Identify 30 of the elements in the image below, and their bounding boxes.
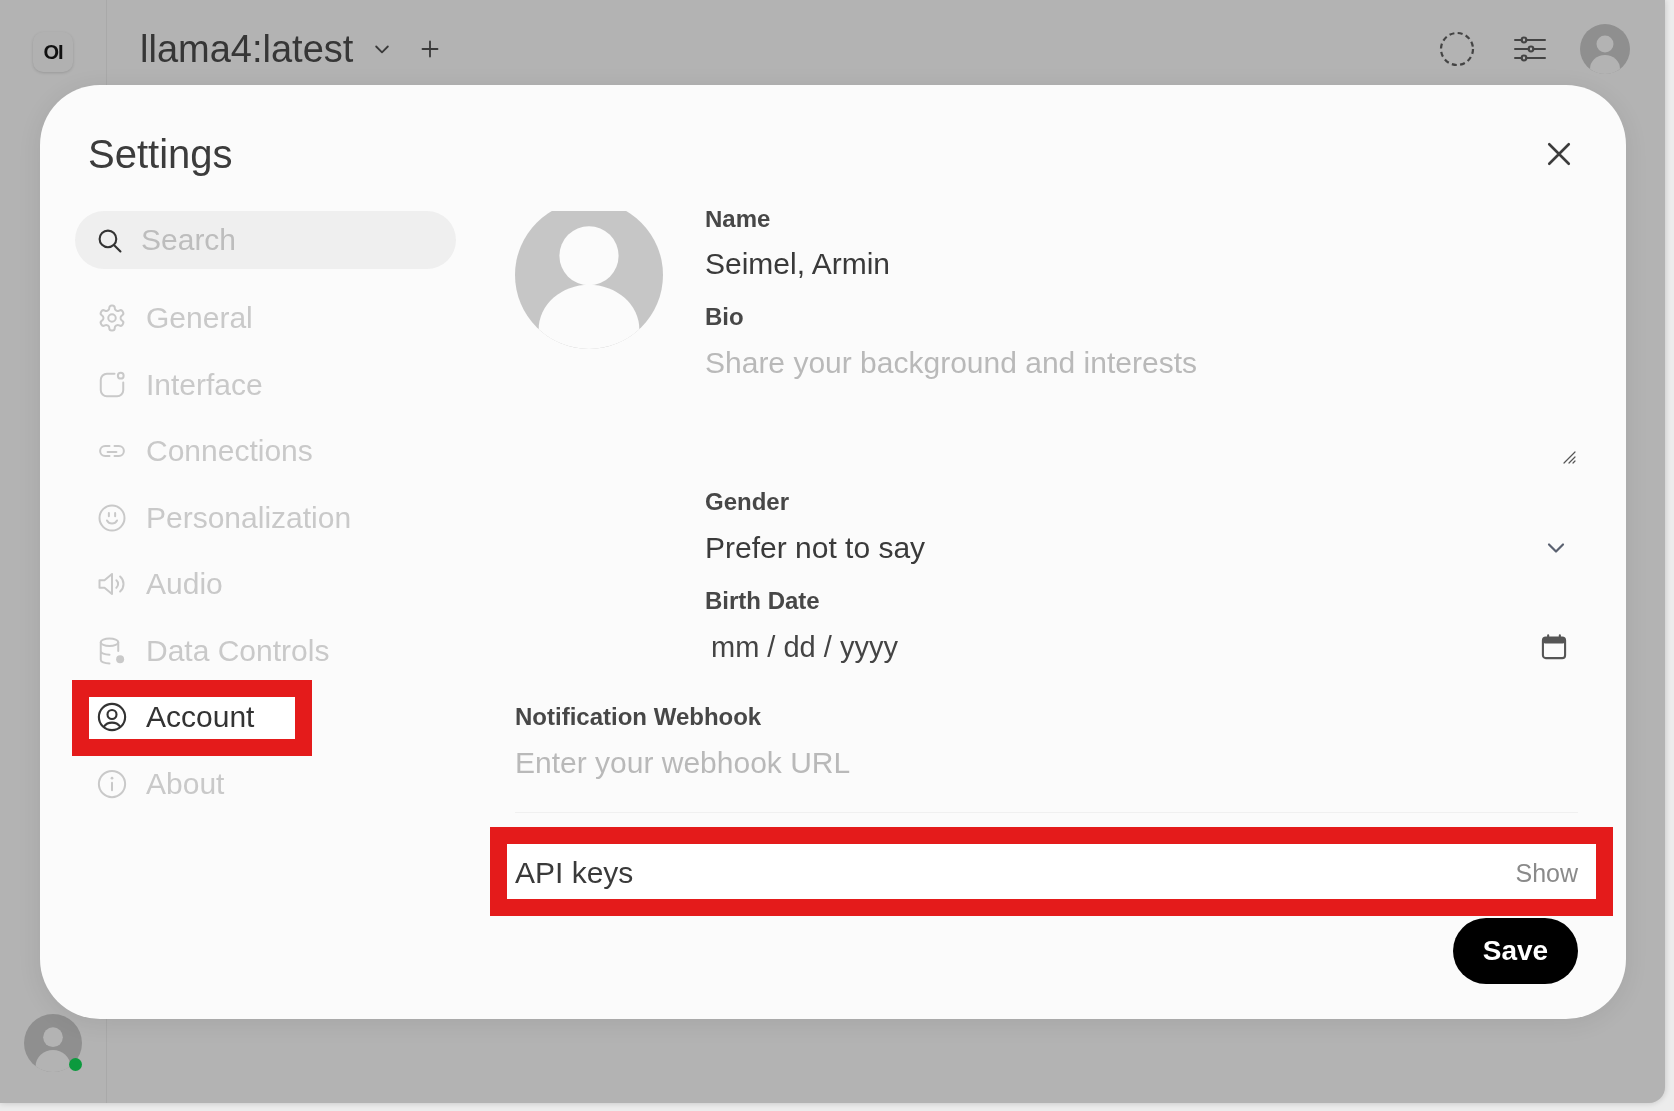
- smiley-icon: [97, 502, 127, 533]
- rounded-square-dot-icon: [97, 369, 127, 400]
- resize-grip-icon[interactable]: [1562, 450, 1576, 464]
- field-label: Birth Date: [705, 587, 820, 615]
- info-icon: [97, 768, 127, 799]
- save-button[interactable]: Save: [1453, 918, 1578, 984]
- dashed-circle-icon[interactable]: [1439, 31, 1475, 67]
- section-title: API keys: [515, 856, 634, 890]
- field-label: Bio: [705, 303, 744, 331]
- plus-icon[interactable]: [420, 39, 441, 59]
- field-label: Notification Webhook: [515, 703, 762, 731]
- user-circle-icon: [97, 702, 127, 733]
- model-selector[interactable]: llama4:latest: [140, 27, 393, 71]
- calendar-icon[interactable]: [1540, 633, 1568, 661]
- settings-tab[interactable]: Account: [75, 692, 255, 743]
- sliders-icon[interactable]: [1514, 36, 1546, 62]
- database-icon: [97, 635, 127, 666]
- gear-icon: [97, 303, 127, 334]
- gender-dropdown[interactable]: Prefer not to say: [705, 526, 1578, 570]
- app-logo[interactable]: OI: [33, 32, 73, 72]
- field-label: Name: [705, 211, 771, 233]
- search-icon: [97, 227, 122, 253]
- name-field[interactable]: Seimel, Armin: [705, 242, 1578, 286]
- dialog-title: Settings: [88, 131, 233, 178]
- field-label: Gender: [705, 488, 790, 516]
- close-icon[interactable]: [1546, 141, 1572, 167]
- webhook-url-field[interactable]: Enter your webhook URL: [515, 741, 1578, 785]
- show-button[interactable]: Show: [1515, 858, 1578, 888]
- date-field[interactable]: mm / dd / yyyy: [705, 625, 1540, 669]
- bio-field[interactable]: Share your background and interests: [705, 343, 1578, 466]
